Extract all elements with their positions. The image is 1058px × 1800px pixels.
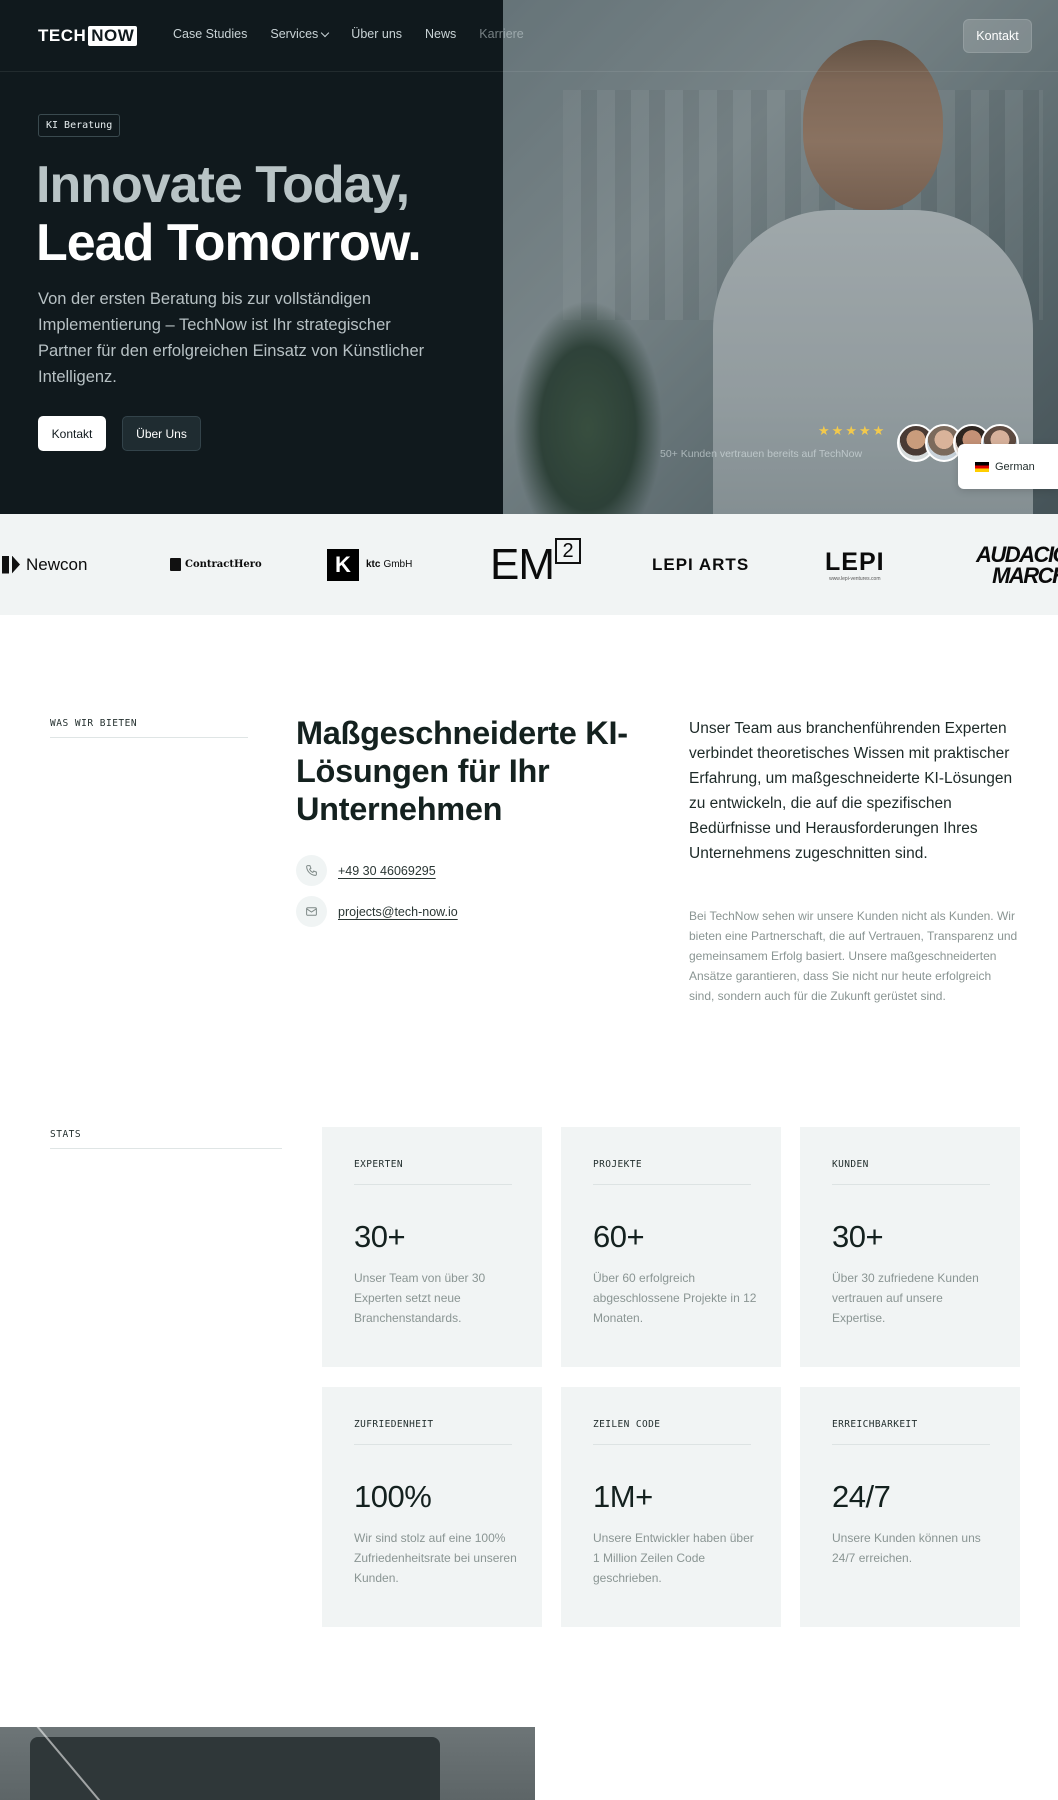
nav-link-case-studies[interactable]: Case Studies (173, 27, 247, 41)
stat-label: PROJEKTE (593, 1159, 642, 1170)
logo-lepi-url: www.lepi-ventures.com (829, 575, 881, 582)
logo-em-superscript: 2 (555, 537, 581, 564)
bottom-section-image (0, 1727, 535, 1800)
stat-card-zeilen-code: ZEILEN CODE 1M+ Unsere Entwickler haben … (561, 1387, 781, 1627)
client-logos: Newcon ContractHero K ktc GmbH EM 2 LEPI… (0, 514, 1058, 615)
stat-divider (354, 1184, 512, 1185)
stat-label: EXPERTEN (354, 1159, 403, 1170)
offer-body-text: Bei TechNow sehen wir unsere Kunden nich… (689, 909, 1018, 1003)
star-icon: ★ (872, 423, 885, 438)
nav-link-services[interactable]: Services (270, 27, 330, 41)
offer-lead-text: Unser Team aus branchenführenden Experte… (689, 720, 1013, 862)
nav-link-karriere[interactable]: Karriere (479, 27, 523, 41)
nav-link-news[interactable]: News (425, 27, 456, 41)
logo-newcon: Newcon (2, 514, 87, 615)
german-flag-icon (975, 461, 989, 472)
logo-audacious-line2: MARCHY (992, 562, 1058, 588)
trust-text: 50+ Kunden vertrauen bereits auf TechNow (660, 448, 863, 460)
top-navigation: TECH NOW Case Studies Services Über uns … (0, 0, 1058, 72)
logo-contracthero-text: ContractHero (185, 559, 262, 570)
stat-card-zufriedenheit: ZUFRIEDENHEIT 100% Wir sind stolz auf ei… (322, 1387, 542, 1627)
stat-value: 100% (354, 1479, 432, 1514)
stat-label: ZUFRIEDENHEIT (354, 1419, 434, 1430)
logo-contracthero: ContractHero (170, 514, 262, 615)
stat-divider (593, 1184, 751, 1185)
stat-divider (832, 1444, 990, 1445)
stat-value: 1M+ (593, 1479, 653, 1514)
star-icon: ★ (845, 423, 857, 438)
stat-divider (354, 1444, 512, 1445)
nav-links: Case Studies Services Über uns News Karr… (173, 27, 524, 41)
hero-contact-button[interactable]: Kontakt (38, 416, 106, 451)
nav-contact-button[interactable]: Kontakt (963, 19, 1032, 53)
offer-eyebrow: WAS WIR BIETEN (50, 718, 138, 729)
stat-card-erreichbarkeit: ERREICHBARKEIT 24/7 Unsere Kunden können… (800, 1387, 1020, 1627)
language-switcher[interactable]: German (958, 444, 1058, 489)
hero-headline-line2: Lead Tomorrow. (36, 214, 422, 272)
star-icon: ★ (831, 423, 844, 438)
logo-lepi: LEPI www.lepi-ventures.com (825, 514, 885, 615)
stat-description: Wir sind stolz auf eine 100% Zufriedenhe… (354, 1531, 517, 1585)
stat-description: Über 30 zufriedene Kunden vertrauen auf … (832, 1271, 979, 1325)
mail-icon (296, 896, 327, 927)
stat-description: Unsere Entwickler haben über 1 Million Z… (593, 1531, 754, 1585)
stat-description: Unsere Kunden können uns 24/7 erreichen. (832, 1531, 981, 1565)
hero-about-button[interactable]: Über Uns (122, 416, 201, 451)
email-contact: projects@tech-now.io (296, 896, 458, 927)
chevron-down-icon (321, 28, 330, 37)
logo-lepi-arts: LEPI ARTS (652, 554, 750, 574)
stat-label: KUNDEN (832, 1159, 869, 1170)
stats-eyebrow-divider (50, 1148, 282, 1149)
stat-divider (832, 1184, 990, 1185)
offer-eyebrow-divider (50, 737, 248, 738)
hero-subtitle: Von der ersten Beratung bis zur vollstän… (38, 290, 425, 386)
logo-text-now: NOW (88, 26, 138, 46)
logo-lepi-text: LEPI (825, 547, 885, 576)
phone-link[interactable]: +49 30 46069295 (338, 864, 436, 878)
stats-eyebrow: STATS (50, 1129, 82, 1140)
star-icon: ★ (818, 423, 830, 438)
logo-audacious-line1: AUDACIOUS (976, 541, 1058, 567)
contracthero-mark-icon (170, 558, 181, 571)
stat-card-projekte: PROJEKTE 60+ Über 60 erfolgreich abgesch… (561, 1127, 781, 1367)
logo-text-tech: TECH (38, 26, 87, 45)
stat-divider (593, 1444, 751, 1445)
language-label: German (995, 460, 1035, 473)
phone-contact: +49 30 46069295 (296, 855, 436, 886)
newcon-mark-icon (2, 555, 20, 574)
stat-card-experten: EXPERTEN 30+ Unser Team von über 30 Expe… (322, 1127, 542, 1367)
stat-value: 30+ (832, 1219, 884, 1254)
stat-value: 30+ (354, 1219, 406, 1254)
stat-value: 24/7 (832, 1479, 891, 1514)
nav-link-services-label: Services (270, 27, 319, 41)
logo-em2: EM 2 (490, 514, 581, 615)
logo-em-text: EM (490, 539, 555, 589)
star-icon: ★ (858, 423, 871, 438)
hero-badge: KI Beratung (38, 114, 121, 137)
logo-ktc-text: GmbH (383, 559, 413, 570)
hero-headline-line1: Innovate Today, (36, 156, 410, 214)
logo-ktc-bold: ktc (366, 559, 381, 570)
stat-label: ERREICHBARKEIT (832, 1419, 918, 1430)
rating-stars: ★ ★ ★ ★ ★ (818, 424, 884, 437)
logo-ktc: K ktc GmbH (327, 514, 412, 615)
stat-label: ZEILEN CODE (593, 1419, 661, 1430)
stat-card-kunden: KUNDEN 30+ Über 30 zufriedene Kunden ver… (800, 1127, 1020, 1367)
logo-newcon-text: Newcon (26, 554, 88, 574)
ktc-mark: K (327, 548, 359, 581)
email-link[interactable]: projects@tech-now.io (338, 905, 458, 919)
nav-link-ueber-uns[interactable]: Über uns (351, 27, 402, 41)
stat-description: Über 60 erfolgreich abgeschlossene Proje… (593, 1271, 757, 1325)
logo-audacious: AUDACIOUS MARCHY (976, 514, 1058, 615)
hero-headline: Innovate Today, Lead Tomorrow. (36, 156, 422, 272)
stat-value: 60+ (593, 1219, 645, 1254)
hero-section: TECH NOW Case Studies Services Über uns … (0, 0, 1058, 514)
site-logo[interactable]: TECH NOW (38, 25, 138, 47)
offer-title: Maßgeschneiderte KI-Lösungen für Ihr Unt… (296, 715, 628, 827)
stat-description: Unser Team von über 30 Experten setzt ne… (354, 1271, 486, 1325)
phone-icon (296, 855, 327, 886)
